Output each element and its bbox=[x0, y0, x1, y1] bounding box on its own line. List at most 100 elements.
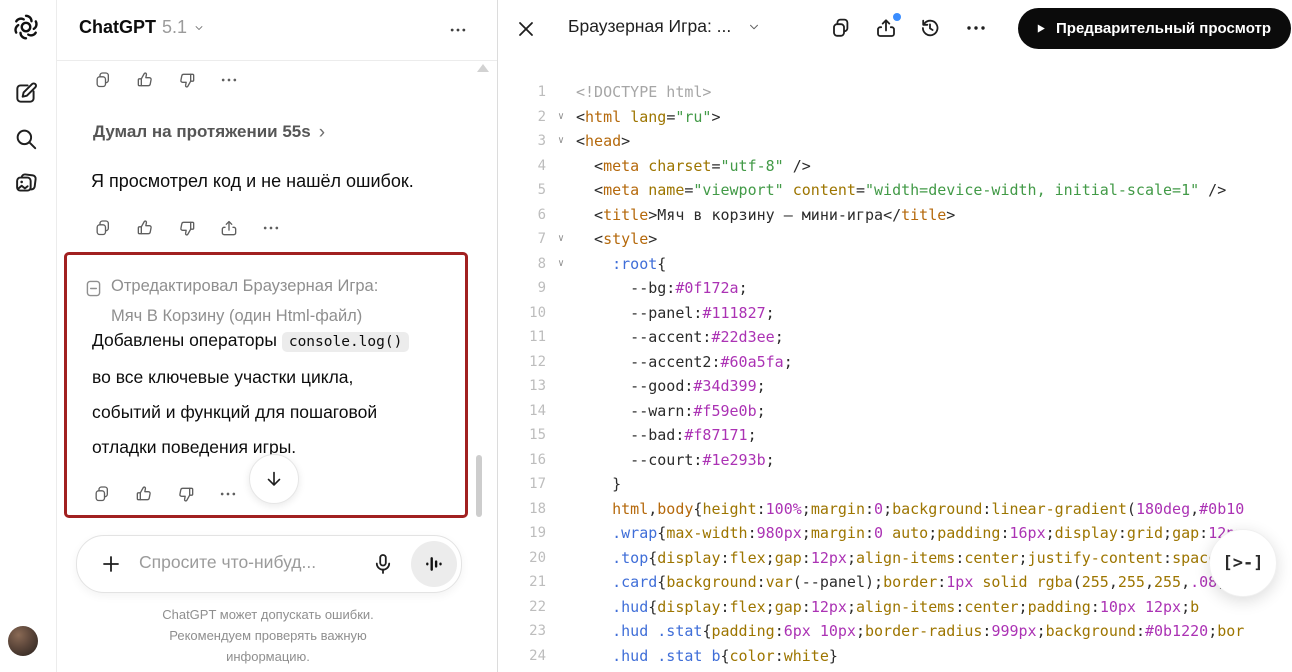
chatgpt-logo-icon[interactable] bbox=[11, 12, 41, 42]
code-line[interactable]: 2∨<html lang="ru"> bbox=[498, 105, 1292, 130]
more-dots-icon[interactable] bbox=[218, 484, 238, 504]
chat-header: ChatGPT 5.1 bbox=[57, 0, 497, 61]
voice-mode-button[interactable] bbox=[411, 541, 457, 587]
console-icon: [>-] bbox=[1223, 553, 1264, 573]
code-line[interactable]: 3∨<head> bbox=[498, 129, 1292, 154]
code-text: --accent2:#60a5fa; bbox=[576, 350, 1292, 375]
line-number: 2 bbox=[498, 105, 546, 130]
microphone-icon[interactable] bbox=[371, 551, 395, 577]
thumbs-down-icon[interactable] bbox=[177, 218, 197, 238]
scroll-to-bottom-button[interactable] bbox=[249, 454, 299, 504]
chat-panel: ChatGPT 5.1 bbox=[57, 0, 497, 672]
model-picker[interactable]: ChatGPT 5.1 bbox=[79, 17, 205, 38]
code-line[interactable]: 23 .hud .stat{padding:6px 10px;border-ra… bbox=[498, 619, 1292, 644]
copy-icon[interactable] bbox=[93, 218, 113, 238]
code-line[interactable]: 15 --bad:#f87171; bbox=[498, 423, 1292, 448]
code-line[interactable]: 4 <meta charset="utf-8" /> bbox=[498, 154, 1292, 179]
code-text: --court:#1e293b; bbox=[576, 448, 1292, 473]
edited-doc-title-line1: Отредактировал Браузерная Игра: bbox=[111, 271, 378, 301]
fold-gutter bbox=[546, 350, 576, 375]
share-button[interactable] bbox=[874, 16, 898, 40]
thumbs-down-icon[interactable] bbox=[176, 484, 196, 504]
thumbs-down-icon[interactable] bbox=[177, 70, 197, 90]
preview-button[interactable]: Предварительный просмотр bbox=[1018, 8, 1291, 49]
line-number: 16 bbox=[498, 448, 546, 473]
fold-gutter bbox=[546, 178, 576, 203]
copy-icon[interactable] bbox=[93, 70, 113, 90]
scrollbar-thumb[interactable] bbox=[476, 455, 482, 517]
thumbs-up-icon[interactable] bbox=[134, 484, 154, 504]
history-icon[interactable] bbox=[918, 16, 942, 40]
code-text: <meta name="viewport" content="width=dev… bbox=[576, 178, 1292, 203]
close-icon[interactable] bbox=[514, 17, 538, 41]
code-line[interactable]: 13 --good:#34d399; bbox=[498, 374, 1292, 399]
code-line[interactable]: 17 } bbox=[498, 472, 1292, 497]
thought-label: Думал на протяжении 55s bbox=[93, 122, 311, 142]
code-line[interactable]: 10 --panel:#111827; bbox=[498, 301, 1292, 326]
code-editor[interactable]: 1<!DOCTYPE html>2∨<html lang="ru">3∨<hea… bbox=[498, 56, 1292, 672]
line-number: 7 bbox=[498, 227, 546, 252]
assistant-message: Я просмотрел код и не нашёл ошибок. bbox=[91, 171, 414, 192]
code-line[interactable]: 19 .wrap{max-width:980px;margin:0 auto;p… bbox=[498, 521, 1292, 546]
code-text: <title>Мяч в корзину — мини-игра</title> bbox=[576, 203, 1292, 228]
new-chat-icon[interactable] bbox=[11, 78, 41, 108]
code-line[interactable]: 24 .hud .stat b{color:white} bbox=[498, 644, 1292, 669]
user-avatar[interactable] bbox=[8, 626, 38, 656]
composer[interactable]: Спросите что-нибуд... bbox=[76, 535, 462, 593]
more-dots-icon[interactable] bbox=[964, 16, 988, 40]
preview-button-label: Предварительный просмотр bbox=[1056, 20, 1271, 37]
composer-placeholder[interactable]: Спросите что-нибуд... bbox=[139, 552, 316, 573]
fold-chevron-icon[interactable]: ∨ bbox=[546, 227, 576, 252]
code-line[interactable]: 20 .top{display:flex;gap:12px;align-item… bbox=[498, 546, 1292, 571]
code-line[interactable]: 5 <meta name="viewport" content="width=d… bbox=[498, 178, 1292, 203]
chevron-right-icon: › bbox=[319, 124, 325, 141]
code-line[interactable]: 8∨ :root{ bbox=[498, 252, 1292, 277]
code-line[interactable]: 9 --bg:#0f172a; bbox=[498, 276, 1292, 301]
copy-icon[interactable] bbox=[829, 16, 853, 40]
code-line[interactable]: 7∨ <style> bbox=[498, 227, 1292, 252]
more-dots-icon[interactable] bbox=[261, 218, 281, 238]
line-number: 9 bbox=[498, 276, 546, 301]
fold-gutter bbox=[546, 644, 576, 669]
thumbs-up-icon[interactable] bbox=[135, 70, 155, 90]
fold-gutter bbox=[546, 301, 576, 326]
code-line[interactable]: 1<!DOCTYPE html> bbox=[498, 80, 1292, 105]
scrollbar-up-arrow[interactable] bbox=[477, 64, 489, 72]
code-line[interactable]: 6 <title>Мяч в корзину — мини-игра</titl… bbox=[498, 203, 1292, 228]
code-text: .hud .stat b{color:white} bbox=[576, 644, 1292, 669]
code-lines: 1<!DOCTYPE html>2∨<html lang="ru">3∨<hea… bbox=[498, 80, 1292, 668]
fold-chevron-icon[interactable]: ∨ bbox=[546, 252, 576, 277]
search-icon[interactable] bbox=[11, 124, 41, 154]
library-icon[interactable] bbox=[11, 168, 41, 198]
thought-duration-toggle[interactable]: Думал на протяжении 55s › bbox=[93, 122, 325, 142]
edit-summary-text: Добавлены операторы console.log() во все… bbox=[92, 323, 452, 465]
arrow-down-icon bbox=[263, 468, 285, 490]
canvas-panel: Браузерная Игра: ... bbox=[497, 0, 1292, 672]
code-line[interactable]: 21 .card{background:var(--panel);border:… bbox=[498, 570, 1292, 595]
canvas-title-menu[interactable]: Браузерная Игра: ... bbox=[568, 16, 761, 37]
thumbs-up-icon[interactable] bbox=[135, 218, 155, 238]
share-icon[interactable] bbox=[219, 218, 239, 238]
chat-options-button[interactable] bbox=[447, 20, 469, 40]
line-number: 4 bbox=[498, 154, 546, 179]
code-line[interactable]: 14 --warn:#f59e0b; bbox=[498, 399, 1292, 424]
chevron-down-icon bbox=[747, 20, 761, 34]
code-text: .hud{display:flex;gap:12px;align-items:c… bbox=[576, 595, 1292, 620]
code-text: <style> bbox=[576, 227, 1292, 252]
code-line[interactable]: 22 .hud{display:flex;gap:12px;align-item… bbox=[498, 595, 1292, 620]
summary-line2: во все ключевые участки цикла, bbox=[92, 367, 353, 387]
disclaimer: ChatGPT может допускать ошибки. Рекоменд… bbox=[76, 604, 460, 667]
code-text: .card{background:var(--panel);border:1px… bbox=[576, 570, 1292, 595]
canvas-edit-header[interactable]: Отредактировал Браузерная Игра: Мяч В Ко… bbox=[86, 271, 378, 331]
code-line[interactable]: 16 --court:#1e293b; bbox=[498, 448, 1292, 473]
code-line[interactable]: 18 html,body{height:100%;margin:0;backgr… bbox=[498, 497, 1292, 522]
line-number: 3 bbox=[498, 129, 546, 154]
console-toggle-button[interactable]: [>-] bbox=[1209, 529, 1277, 597]
fold-chevron-icon[interactable]: ∨ bbox=[546, 105, 576, 130]
attach-plus-icon[interactable] bbox=[99, 552, 123, 576]
copy-icon[interactable] bbox=[92, 484, 112, 504]
fold-chevron-icon[interactable]: ∨ bbox=[546, 129, 576, 154]
code-line[interactable]: 12 --accent2:#60a5fa; bbox=[498, 350, 1292, 375]
more-dots-icon[interactable] bbox=[219, 70, 239, 90]
code-line[interactable]: 11 --accent:#22d3ee; bbox=[498, 325, 1292, 350]
